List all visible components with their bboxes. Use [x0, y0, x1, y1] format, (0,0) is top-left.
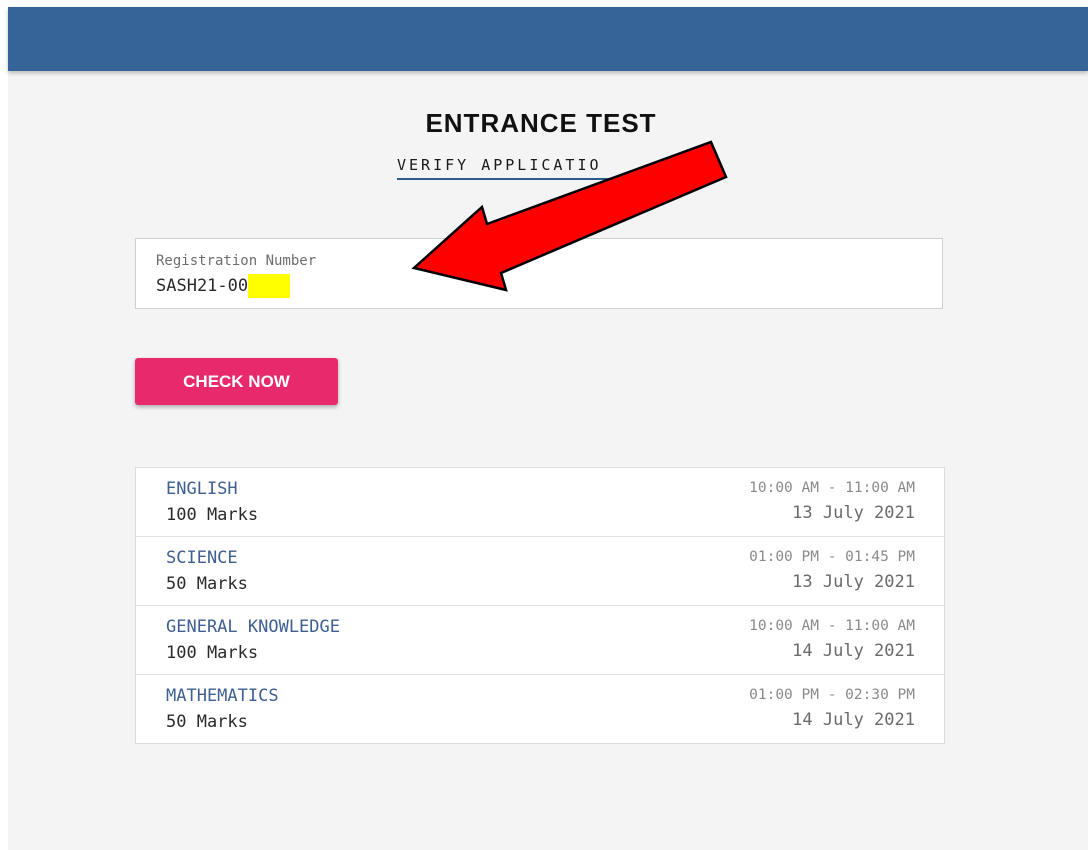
exam-time: 10:00 AM - 11:00 AM: [749, 480, 915, 496]
subject-marks: 100 Marks: [166, 505, 259, 525]
schedule-row-science: SCIENCE 50 Marks 01:00 PM - 01:45 PM 13 …: [136, 537, 944, 606]
exam-schedule-list: ENGLISH 100 Marks 10:00 AM - 11:00 AM 13…: [135, 467, 945, 744]
page-title: ENTRANCE TEST: [425, 108, 657, 138]
exam-time: 10:00 AM - 11:00 AM: [749, 618, 915, 634]
subject-marks: 100 Marks: [166, 643, 259, 663]
exam-date: 13 July 2021: [792, 572, 915, 592]
subject-marks: 50 Marks: [166, 574, 248, 594]
schedule-row-general-knowledge: GENERAL KNOWLEDGE 100 Marks 10:00 AM - 1…: [136, 606, 944, 675]
exam-date: 14 July 2021: [792, 641, 915, 661]
exam-time: 01:00 PM - 01:45 PM: [749, 549, 915, 565]
schedule-row-mathematics: MATHEMATICS 50 Marks 01:00 PM - 02:30 PM…: [136, 675, 944, 743]
app-frame: ENTRANCE TEST VERIFY APPLICATIO Registra…: [8, 7, 1088, 850]
subject-name: ENGLISH: [166, 479, 238, 499]
subject-name: MATHEMATICS: [166, 686, 279, 706]
check-now-button[interactable]: CHECK NOW: [135, 358, 338, 405]
verify-application-tab[interactable]: VERIFY APPLICATIO: [397, 156, 602, 174]
header-bar: [8, 7, 1088, 71]
tab-underline: [397, 178, 647, 180]
registration-number-label: Registration Number: [156, 253, 317, 269]
subject-name: GENERAL KNOWLEDGE: [166, 617, 340, 637]
exam-time: 01:00 PM - 02:30 PM: [749, 687, 915, 703]
exam-date: 14 July 2021: [792, 710, 915, 730]
exam-date: 13 July 2021: [792, 503, 915, 523]
schedule-row-english: ENGLISH 100 Marks 10:00 AM - 11:00 AM 13…: [136, 468, 944, 537]
subject-name: SCIENCE: [166, 548, 238, 568]
redaction-highlight: [248, 274, 291, 298]
registration-number-input[interactable]: SASH21-00: [156, 273, 291, 299]
registration-number-value: SASH21-00: [156, 276, 249, 296]
registration-number-field[interactable]: Registration Number SASH21-00: [135, 238, 943, 309]
subject-marks: 50 Marks: [166, 712, 248, 732]
